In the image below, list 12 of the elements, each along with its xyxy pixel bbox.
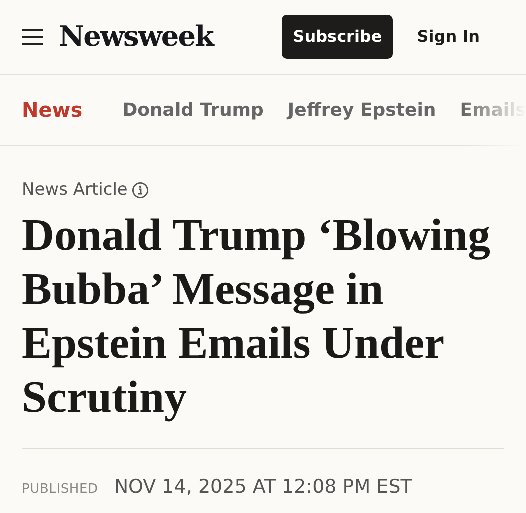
nav-link[interactable]: Donald Trump: [122, 96, 264, 124]
newsweek-logo[interactable]: Newsweek: [59, 16, 214, 58]
nav-link[interactable]: News: [22, 95, 83, 125]
info-icon[interactable]: [132, 182, 149, 200]
headline: Donald Trump ‘Blowing Bubba’ Message in Epstein Emails Under Scrutiny: [22, 208, 492, 424]
article-type-label: News Article: [22, 179, 128, 202]
sign-in-link[interactable]: Sign In: [417, 25, 480, 49]
subscribe-button[interactable]: Subscribe: [282, 15, 394, 59]
nav-link[interactable]: Jeffrey Epstein: [288, 96, 436, 124]
published-date: NOV 14, 2025 AT 12:08 PM EST: [114, 474, 412, 500]
menu-icon[interactable]: [22, 29, 43, 45]
published-label: PUBLISHED: [22, 480, 98, 498]
